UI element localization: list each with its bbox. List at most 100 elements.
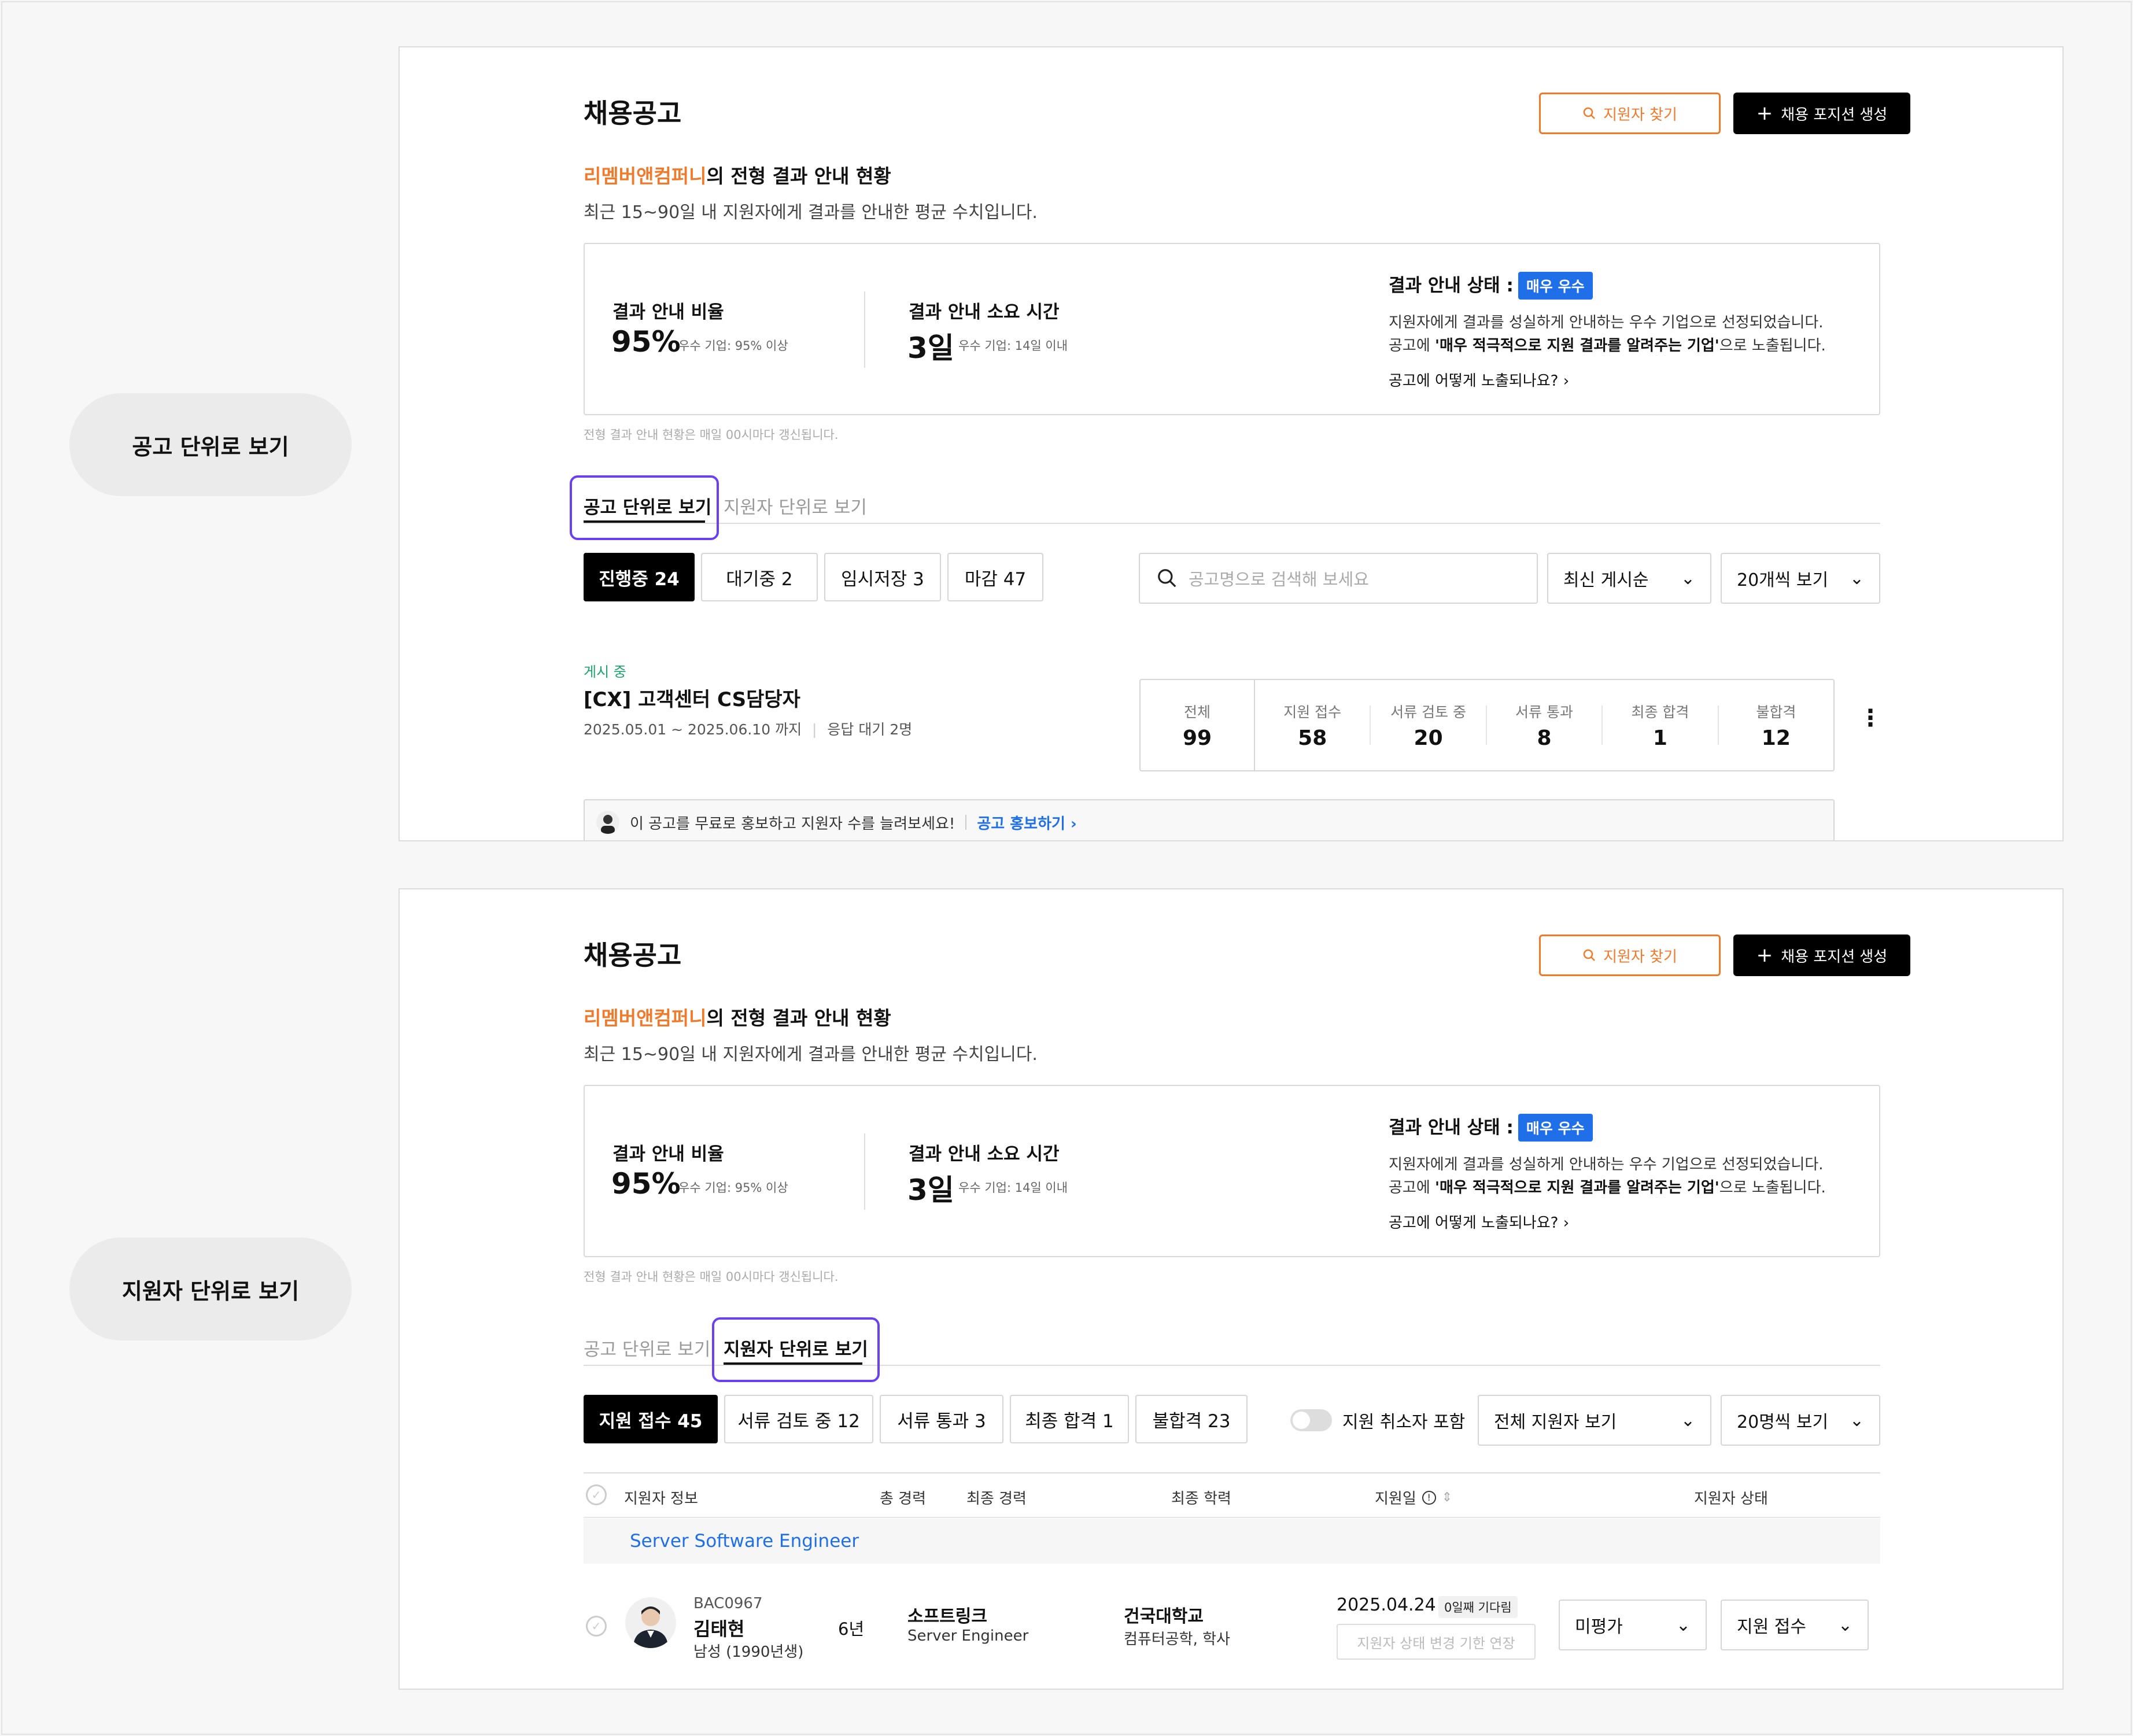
status-badge: 매우 우수 [1518, 272, 1593, 300]
include-cancelled-toggle[interactable]: 지원 취소자 포함 [1290, 1408, 1465, 1433]
time-value: 3일 [907, 331, 954, 365]
chip-in-progress[interactable]: 진행중 24 [584, 553, 695, 601]
applicant-name[interactable]: 김태현 [693, 1615, 744, 1641]
sort-select[interactable]: 최신 게시순 ⌄ [1547, 553, 1711, 604]
position-group-row[interactable]: Server Software Engineer [584, 1519, 1880, 1564]
count-hired[interactable]: 최종 합격 1 [1603, 680, 1717, 770]
create-position-label: 채용 포지션 생성 [1781, 106, 1888, 124]
chip-passed[interactable]: 서류 통과 3 [880, 1395, 1003, 1443]
chip-waiting[interactable]: 대기중 2 [701, 553, 818, 601]
status-line-1: 지원자에게 결과를 성실하게 안내하는 우수 기업으로 선정되었습니다. [1389, 314, 1824, 331]
company-heading-suffix: 의 전형 결과 안내 현황 [706, 1007, 891, 1029]
tabs-baseline [584, 523, 1880, 524]
count-reviewing[interactable]: 서류 검토 중 20 [1371, 680, 1485, 770]
avatar [625, 1597, 676, 1648]
page-size-select[interactable]: 20개씩 보기 ⌄ [1721, 553, 1880, 604]
count-total[interactable]: 전체 99 [1141, 680, 1255, 770]
company-result-desc: 최근 15~90일 내 지원자에게 결과를 안내한 평균 수치입니다. [584, 202, 1038, 223]
exposure-help-link[interactable]: 공고에 어떻게 노출되나요? › [1389, 369, 1569, 390]
promo-banner: 이 공고를 무료로 홍보하고 지원자 수를 늘려보세요! 공고 홍보하기 › [584, 799, 1835, 840]
result-status: 결과 안내 상태 : 매우 우수 [1389, 1113, 1593, 1142]
promo-link-label: 공고 홍보하기 [977, 815, 1065, 833]
search-icon [1583, 107, 1595, 119]
chevron-right-icon: › [1563, 1214, 1570, 1232]
status-line-1: 지원자에게 결과를 성실하게 안내하는 우수 기업으로 선정되었습니다. [1389, 1156, 1824, 1173]
promo-text: 이 공고를 무료로 홍보하고 지원자 수를 늘려보세요! [630, 815, 955, 833]
tab-applicant-view[interactable]: 지원자 단위로 보기 [724, 1335, 868, 1361]
ratio-value: 95% [611, 325, 681, 359]
find-applicant-button[interactable]: 지원자 찾기 [1539, 93, 1721, 134]
create-position-button[interactable]: + 채용 포지션 생성 [1733, 935, 1910, 976]
chip-reviewing[interactable]: 서류 검토 중 12 [724, 1395, 873, 1443]
job-view-panel: 채용공고 지원자 찾기 + 채용 포지션 생성 리멤버앤컴퍼니의 전형 결과 안… [398, 46, 2064, 841]
page-size-value: 20개씩 보기 [1737, 570, 1829, 590]
tab-job-view[interactable]: 공고 단위로 보기 [584, 1335, 710, 1361]
promo-link[interactable]: 공고 홍보하기 › [977, 812, 1076, 833]
evaluation-select[interactable]: 미평가 ⌄ [1559, 1600, 1707, 1650]
th-total-career: 총 경력 [880, 1490, 927, 1508]
applicant-position: Server Engineer [907, 1627, 1029, 1645]
applicant-status-select[interactable]: 지원 접수 ⌄ [1721, 1600, 1869, 1650]
chip-closed[interactable]: 마감 47 [947, 553, 1043, 601]
chip-hired[interactable]: 최종 합격 1 [1010, 1395, 1129, 1443]
post-status: 게시 중 [584, 664, 626, 680]
tab-underline [724, 1362, 862, 1365]
applicant-filter-select[interactable]: 전체 지원자 보기 ⌄ [1478, 1395, 1711, 1446]
more-vertical-icon[interactable]: ⋮ [1859, 707, 1882, 730]
extend-deadline-input[interactable]: 지원자 상태 변경 기한 연장 [1337, 1624, 1536, 1660]
side-label-applicant-view: 지원자 단위로 보기 [69, 1238, 352, 1340]
company-heading-suffix: 의 전형 결과 안내 현황 [706, 165, 891, 187]
count-label: 전체 [1183, 703, 1211, 721]
tab-job-view[interactable]: 공고 단위로 보기 [584, 493, 711, 519]
job-search-input[interactable]: 공고명으로 검색해 보세요 [1139, 553, 1538, 604]
count-label: 서류 검토 중 [1390, 703, 1467, 721]
check-icon: ✓ [591, 1488, 601, 1502]
company-name: 리멤버앤컴퍼니 [584, 165, 707, 187]
count-passed[interactable]: 서류 통과 8 [1487, 680, 1601, 770]
chevron-down-icon: ⌄ [1837, 1615, 1852, 1635]
chip-rejected[interactable]: 불합격 23 [1135, 1395, 1248, 1443]
avatar [596, 811, 619, 834]
sort-value: 최신 게시순 [1563, 570, 1649, 590]
status-line-2-bold: '매우 적극적으로 지원 결과를 알려주는 기업' [1435, 1179, 1719, 1196]
chip-received[interactable]: 지원 접수 45 [584, 1395, 718, 1443]
table-header-line [584, 1517, 1880, 1518]
exposure-help-link[interactable]: 공고에 어떻게 노출되나요? › [1389, 1211, 1569, 1232]
applicant-view-panel: 채용공고 지원자 찾기 + 채용 포지션 생성 리멤버앤컴퍼니의 전형 결과 안… [398, 888, 2064, 1690]
applicant-gender: 남성 (1990년생) [693, 1643, 804, 1661]
find-applicant-button[interactable]: 지원자 찾기 [1539, 935, 1721, 976]
page-size-select[interactable]: 20명씩 보기 ⌄ [1721, 1395, 1880, 1446]
chip-draft[interactable]: 임시저장 3 [824, 553, 941, 601]
create-position-button[interactable]: + 채용 포지션 생성 [1733, 93, 1910, 134]
time-value: 3일 [907, 1173, 954, 1207]
count-received[interactable]: 지원 접수 58 [1255, 680, 1370, 770]
tab-applicant-view[interactable]: 지원자 단위로 보기 [724, 493, 867, 519]
post-pending: 응답 대기 2명 [827, 721, 913, 738]
toggle-switch[interactable] [1290, 1409, 1332, 1431]
count-value: 20 [1414, 726, 1443, 750]
applicant-school: 건국대학교 [1124, 1606, 1204, 1627]
filter-value: 전체 지원자 보기 [1494, 1412, 1617, 1432]
applicant-id: BAC0967 [693, 1595, 763, 1612]
post-title[interactable]: [CX] 고객센터 CS담당자 [584, 684, 800, 712]
select-all-checkbox[interactable]: ✓ [586, 1484, 607, 1505]
result-stats-box: 결과 안내 비율 95% 우수 기업: 95% 이상 결과 안내 소요 시간 3… [584, 1085, 1880, 1257]
applicant-career-years: 6년 [838, 1619, 865, 1639]
plus-icon: + [1756, 102, 1773, 125]
row-checkbox[interactable]: ✓ [586, 1616, 607, 1637]
find-applicant-label: 지원자 찾기 [1603, 106, 1677, 124]
table-top-line [584, 1472, 1880, 1473]
time-label: 결과 안내 소요 시간 [909, 1144, 1060, 1165]
ratio-label: 결과 안내 비율 [612, 1144, 724, 1165]
search-icon [1158, 569, 1176, 588]
sort-icon: ⇕ [1441, 1490, 1453, 1505]
count-value: 8 [1537, 726, 1552, 750]
find-applicant-label: 지원자 찾기 [1603, 948, 1677, 966]
th-apply-date[interactable]: 지원일 ! ⇕ [1375, 1487, 1452, 1508]
exposure-help-label: 공고에 어떻게 노출되나요? [1389, 1214, 1559, 1232]
count-label: 최종 합격 [1631, 703, 1689, 721]
count-rejected[interactable]: 불합격 12 [1719, 680, 1833, 770]
result-stats-box: 결과 안내 비율 95% 우수 기업: 95% 이상 결과 안내 소요 시간 3… [584, 243, 1880, 415]
evaluation-value: 미평가 [1575, 1617, 1623, 1637]
status-line-2-post: 으로 노출됩니다. [1719, 1179, 1826, 1196]
